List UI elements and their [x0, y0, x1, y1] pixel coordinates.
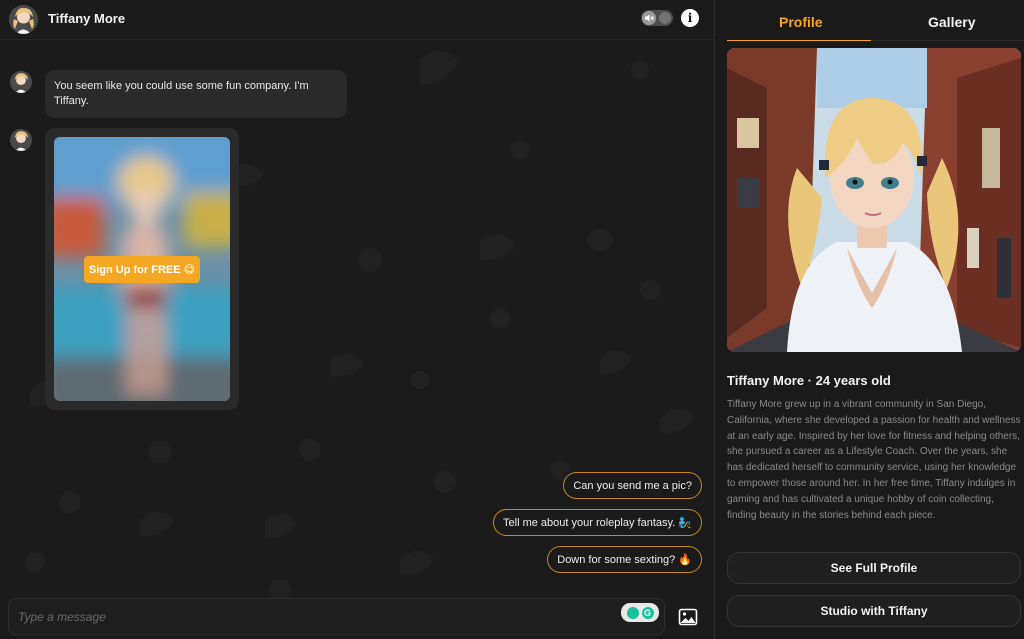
message-composer: G	[8, 598, 665, 635]
suggestion-chip[interactable]: Tell me about your roleplay fantasy. 🧞	[493, 509, 702, 536]
profile-sidebar: Profile Gallery Tiffany More · 24 years …	[714, 0, 1024, 639]
signup-button[interactable]: Sign Up for FREE 😋	[84, 256, 200, 283]
see-full-profile-button[interactable]: See Full Profile	[727, 552, 1021, 584]
active-tab-indicator	[727, 40, 871, 41]
message-avatar	[10, 129, 32, 151]
info-button[interactable]: i	[681, 9, 699, 27]
profile-bio: Tiffany More grew up in a vibrant commun…	[727, 399, 1021, 521]
character-name: Tiffany More	[48, 11, 126, 26]
avatar-icon	[10, 129, 32, 151]
avatar-icon	[10, 71, 32, 93]
suggestion-chip[interactable]: Can you send me a pic?	[563, 472, 702, 499]
grammarly-icon: G	[641, 606, 654, 619]
message-input[interactable]	[18, 607, 608, 627]
avatar[interactable]	[9, 5, 38, 34]
tab-divider	[871, 40, 1024, 41]
grammar-extension-icon[interactable]: G	[621, 603, 659, 622]
suggestion-chip[interactable]: Down for some sexting? 🔥	[547, 546, 702, 573]
speaker-muted-icon	[642, 11, 656, 25]
chat-pane: Tiffany More i You seem like you could u…	[0, 0, 714, 639]
message-avatar	[10, 71, 32, 93]
tab-profile[interactable]: Profile	[779, 14, 823, 30]
profile-portrait	[727, 48, 1021, 352]
extension-dot-icon	[626, 606, 639, 619]
avatar-icon	[9, 5, 38, 34]
mute-toggle[interactable]	[641, 10, 673, 26]
studio-button[interactable]: Studio with Tiffany	[727, 595, 1021, 627]
toggle-thumb	[659, 12, 671, 24]
profile-title: Tiffany More · 24 years old	[727, 373, 891, 388]
tab-gallery[interactable]: Gallery	[928, 14, 975, 30]
message-bubble: You seem like you could use some fun com…	[45, 70, 347, 118]
image-upload-icon[interactable]	[678, 607, 698, 627]
chat-header: Tiffany More i	[0, 0, 714, 40]
